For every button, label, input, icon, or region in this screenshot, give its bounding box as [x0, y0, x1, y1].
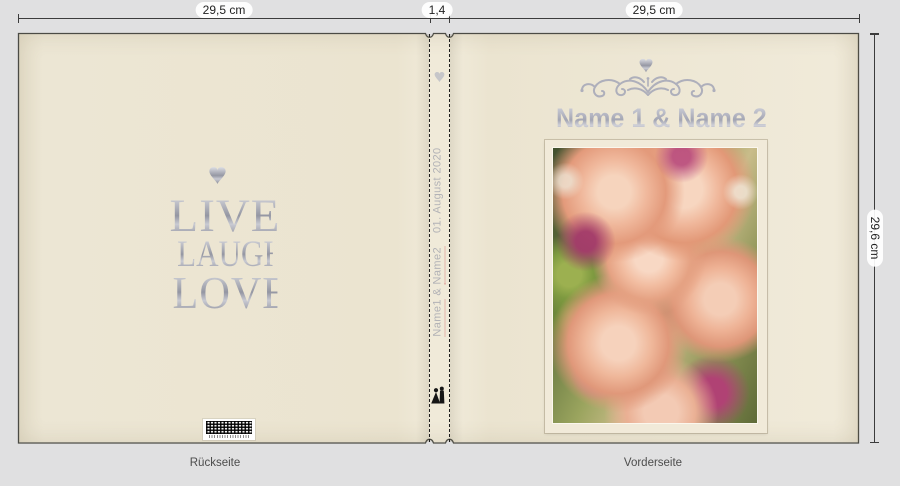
- spine-fold-line-right: [448, 34, 450, 442]
- print-barcode: [203, 419, 255, 440]
- front-cover-title[interactable]: Name 1 & Name 2: [556, 103, 767, 134]
- spine-name2: Name2: [431, 246, 446, 285]
- title-line: LIVE: [169, 190, 281, 242]
- heart-icon[interactable]: [432, 70, 447, 84]
- dimension-line-spine-width: [430, 18, 449, 19]
- title-line: LOVE: [172, 267, 290, 318]
- spine-fold-line-left: [429, 34, 430, 442]
- spine-date: 01. August 2020: [431, 147, 444, 233]
- back-width-label: 29,5 cm: [195, 2, 253, 18]
- height-label: 29,6 cm: [867, 209, 883, 267]
- dimension-tick: [870, 33, 879, 35]
- back-cover-caption: Rückseite: [189, 457, 241, 469]
- spine-name1: Name1: [431, 299, 446, 337]
- barcode-microtext: [209, 435, 249, 438]
- spine-ampersand: &: [431, 284, 444, 300]
- heart-icon[interactable]: [205, 164, 230, 187]
- cover-designer-canvas: 29,5 cm 1,4 29,5 cm 29,6 cm Rückseite Vo…: [0, 0, 900, 486]
- dimension-tick: [858, 14, 860, 23]
- cover-photo-frame: [545, 140, 767, 433]
- rose-bouquet-photo[interactable]: [552, 147, 758, 424]
- spine-width-label: 1,4: [421, 2, 453, 18]
- flourish-ornament-icon[interactable]: [578, 72, 718, 103]
- dimension-line-front-width: [449, 18, 859, 19]
- bride-groom-silhouette-icon[interactable]: [430, 385, 448, 405]
- dimension-line-back-width: [18, 18, 430, 19]
- barcode-pattern: [206, 421, 252, 434]
- back-cover-title[interactable]: LIVE LAUGH LOVE: [168, 190, 290, 318]
- dimension-tick: [17, 14, 19, 23]
- front-cover-caption: Vorderseite: [623, 457, 683, 469]
- front-width-label: 29,5 cm: [625, 2, 683, 18]
- dimension-tick: [870, 441, 879, 443]
- spine-text[interactable]: Name1 & Name2 01. August 2020: [431, 117, 448, 368]
